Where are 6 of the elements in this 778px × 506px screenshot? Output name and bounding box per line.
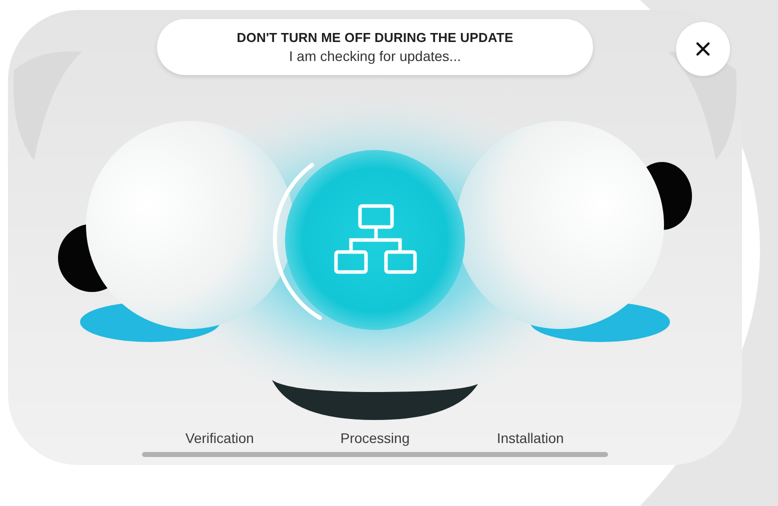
step-label: Processing xyxy=(339,430,411,446)
step-label: Verification xyxy=(184,430,255,446)
banner-message: I am checking for updates... xyxy=(289,48,461,64)
banner-title: DON'T TURN ME OFF DURING THE UPDATE xyxy=(236,30,514,45)
step-label: Installation xyxy=(496,430,565,446)
network-icon xyxy=(334,204,417,274)
